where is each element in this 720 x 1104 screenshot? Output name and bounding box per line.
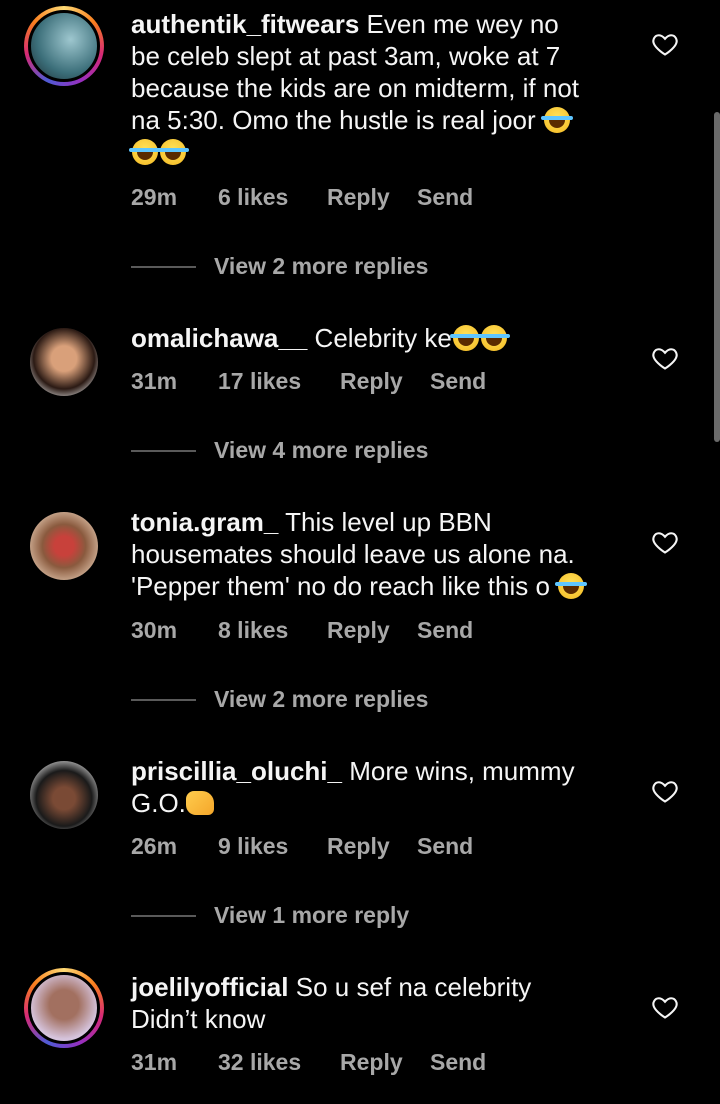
username[interactable]: tonia.gram_ <box>131 507 278 537</box>
face-with-tears-of-joy-emoji <box>157 139 189 165</box>
heart-icon[interactable] <box>651 777 679 805</box>
face-with-tears-of-joy-emoji <box>555 573 588 599</box>
reply-button[interactable]: Reply <box>327 833 417 860</box>
comment-text: authentik_fitwears Even me wey no be cel… <box>129 8 621 168</box>
likes-count[interactable]: 32 likes <box>218 1049 340 1076</box>
send-button[interactable]: Send <box>417 833 473 860</box>
comment-text: tonia.gram_ This level up BBN housemates… <box>131 506 621 602</box>
avatar-image <box>30 512 98 580</box>
avatar[interactable] <box>24 755 104 835</box>
heart-icon[interactable] <box>651 528 679 556</box>
view-more-replies[interactable]: View 1 more reply <box>131 902 409 929</box>
likes-count[interactable]: 8 likes <box>218 617 327 644</box>
heart-icon[interactable] <box>651 993 679 1021</box>
avatar[interactable] <box>24 506 104 586</box>
comment-meta: 30m 8 likes Reply Send <box>131 617 473 644</box>
comment-text: joelilyofficial So u sef na celebrity Di… <box>131 972 532 1034</box>
avatar-image <box>28 10 100 82</box>
timestamp: 31m <box>131 1049 178 1075</box>
timestamp: 29m <box>131 184 178 210</box>
comment-meta: 31m 17 likes Reply Send <box>131 368 486 395</box>
divider <box>131 914 196 917</box>
view-more-replies[interactable]: View 4 more replies <box>131 437 428 464</box>
divider <box>131 449 196 452</box>
avatar[interactable] <box>24 322 104 402</box>
username[interactable]: joelilyofficial <box>131 972 289 1002</box>
send-button[interactable]: Send <box>417 617 473 644</box>
reply-button[interactable]: Reply <box>327 617 417 644</box>
comment-text: priscillia_oluchi_ More wins, mummy G.O. <box>131 756 575 818</box>
avatar[interactable] <box>24 6 104 86</box>
timestamp: 31m <box>131 368 178 394</box>
username[interactable]: authentik_fitwears <box>131 9 359 39</box>
face-with-tears-of-joy-emoji <box>477 325 510 351</box>
username[interactable]: omalichawa__ <box>131 323 307 353</box>
view-more-replies[interactable]: View 2 more replies <box>131 686 428 713</box>
heart-icon[interactable] <box>651 344 679 372</box>
heart-icon[interactable] <box>651 30 679 58</box>
send-button[interactable]: Send <box>417 184 473 211</box>
avatar-image <box>30 761 98 829</box>
handshake-emoji <box>185 791 214 815</box>
reply-button[interactable]: Reply <box>340 368 430 395</box>
send-button[interactable]: Send <box>430 368 486 395</box>
comment-text: omalichawa__ Celebrity ke <box>131 322 621 354</box>
divider <box>131 698 196 701</box>
comment-meta: 31m 32 likes Reply Send <box>131 1049 486 1076</box>
reply-button[interactable]: Reply <box>327 184 417 211</box>
face-with-tears-of-joy-emoji <box>449 325 482 351</box>
likes-count[interactable]: 9 likes <box>218 833 327 860</box>
timestamp: 26m <box>131 833 178 859</box>
scrollbar[interactable] <box>714 112 720 442</box>
face-with-tears-of-joy-emoji <box>129 139 161 165</box>
username[interactable]: priscillia_oluchi_ <box>131 756 342 786</box>
reply-button[interactable]: Reply <box>340 1049 430 1076</box>
avatar[interactable] <box>24 968 104 1048</box>
avatar-image <box>28 972 100 1044</box>
comment-meta: 26m 9 likes Reply Send <box>131 833 473 860</box>
avatar-image <box>30 328 98 396</box>
divider <box>131 265 196 268</box>
timestamp: 30m <box>131 617 178 643</box>
face-with-tears-of-joy-emoji <box>540 107 573 133</box>
likes-count[interactable]: 17 likes <box>218 368 340 395</box>
send-button[interactable]: Send <box>430 1049 486 1076</box>
comment-meta: 29m 6 likes Reply Send <box>131 184 473 211</box>
likes-count[interactable]: 6 likes <box>218 184 327 211</box>
view-more-replies[interactable]: View 2 more replies <box>131 253 428 280</box>
